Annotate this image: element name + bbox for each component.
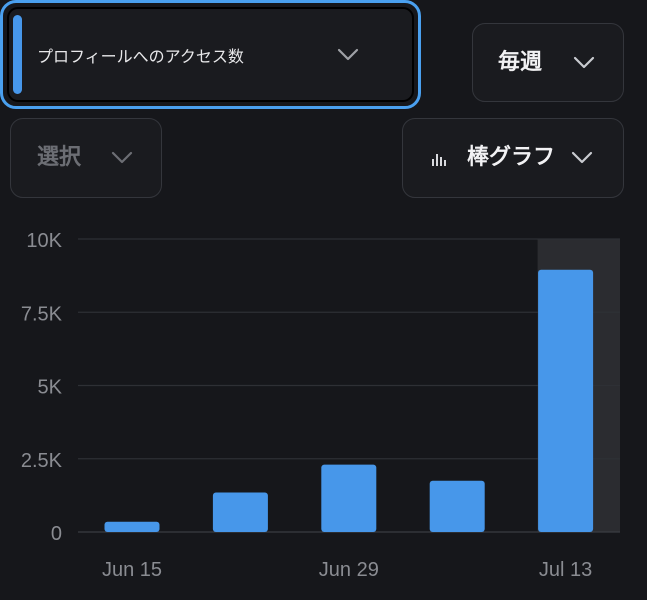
bar <box>104 521 160 532</box>
y-tick-label: 0 <box>51 523 62 545</box>
chevron-down-icon <box>571 151 593 164</box>
comparison-select-dropdown[interactable]: 選択 <box>10 118 162 198</box>
metric-dropdown[interactable]: プロフィールへのアクセス数 <box>0 0 421 109</box>
x-tick-label: Jul 13 <box>539 559 592 581</box>
metric-dropdown-inner[interactable]: プロフィールへのアクセス数 <box>7 7 414 102</box>
bar <box>212 492 268 532</box>
bar <box>321 464 377 532</box>
x-tick-label: Jun 15 <box>102 559 162 581</box>
chevron-down-icon <box>111 151 133 164</box>
chart-type-label: 棒グラフ <box>467 145 556 170</box>
x-tick-label: Jun 29 <box>319 559 379 581</box>
bar-chart: 0 2.5K 5K 7.5K 10K Jun 15 Jun 29 Jul 13 <box>21 230 620 581</box>
select-dropdown-label: 選択 <box>37 145 82 170</box>
bar <box>538 269 594 532</box>
y-tick-label: 7.5K <box>21 303 63 325</box>
period-dropdown-label: 毎週 <box>498 49 543 75</box>
y-tick-label: 2.5K <box>21 450 63 472</box>
chart-type-dropdown[interactable]: 棒グラフ <box>402 118 624 198</box>
y-tick-label: 5K <box>38 377 63 399</box>
y-tick-label: 10K <box>26 230 62 252</box>
bar-chart-icon <box>432 154 446 166</box>
chevron-down-icon <box>573 56 595 68</box>
chevron-down-icon <box>337 48 359 60</box>
metric-color-indicator <box>13 15 22 94</box>
period-dropdown[interactable]: 毎週 <box>472 23 624 102</box>
metric-dropdown-label: プロフィールへのアクセス数 <box>37 46 244 66</box>
bar <box>429 480 485 532</box>
